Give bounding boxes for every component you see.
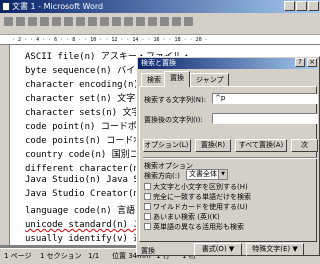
checkbox-label: 英単語の異なる活用形も検索 xyxy=(153,223,244,231)
ruler-scale: · 2 · · 4 · · 6 · · 8 · · 10 · · 12 · · … xyxy=(12,37,208,43)
toolbar xyxy=(0,13,320,35)
checkbox-box[interactable] xyxy=(144,213,151,220)
chevron-down-icon: ▼ xyxy=(218,170,227,179)
direction-label: 検索方向(:) xyxy=(144,172,180,180)
help-icon[interactable] xyxy=(184,17,193,26)
new-document-icon[interactable] xyxy=(4,17,13,26)
window-controls xyxy=(284,1,319,11)
zoom-icon[interactable] xyxy=(172,17,181,26)
find-input[interactable]: ^p xyxy=(212,93,318,104)
open-icon[interactable] xyxy=(16,17,25,26)
copy-icon[interactable] xyxy=(88,17,97,26)
maximize-button[interactable] xyxy=(296,1,307,11)
cut-icon[interactable] xyxy=(76,17,85,26)
redo-icon[interactable] xyxy=(124,17,133,26)
format-button[interactable]: 書式(O) ▼ xyxy=(194,243,242,256)
checkbox-box[interactable] xyxy=(144,203,151,210)
replace-button[interactable]: 置換(R) xyxy=(195,139,231,152)
horizontal-ruler[interactable]: · 2 · · 4 · · 6 · · 8 · · 10 · · 12 · · … xyxy=(0,35,320,45)
direction-select[interactable]: 文書全体 ▼ xyxy=(186,169,228,180)
dialog-title: 検索と置換 xyxy=(141,59,176,67)
checkbox-fuzzy[interactable]: あいまい検索 (英)(K) xyxy=(144,213,220,221)
minimize-button[interactable] xyxy=(284,1,295,11)
word-app-icon xyxy=(2,2,10,11)
save-icon[interactable] xyxy=(28,17,37,26)
spelling-icon[interactable] xyxy=(64,17,73,26)
checkbox-label: 完全に一致する単語だけを検索 xyxy=(153,193,251,201)
drawing-icon[interactable] xyxy=(160,17,169,26)
checkbox-box[interactable] xyxy=(144,183,151,190)
status-page: 1 ページ xyxy=(4,252,32,260)
paste-icon[interactable] xyxy=(100,17,109,26)
print-icon[interactable] xyxy=(40,17,49,26)
window-title: 文書 1 - Microsoft Word xyxy=(12,2,104,11)
replace-all-button[interactable]: すべて置換(A) xyxy=(235,139,287,152)
checkbox-word-forms[interactable]: 英単語の異なる活用形も検索 xyxy=(144,223,244,231)
checkbox-label: あいまい検索 (英)(K) xyxy=(153,213,220,221)
undo-icon[interactable] xyxy=(112,17,121,26)
dialog-close-button[interactable]: × xyxy=(307,58,317,67)
close-window-button[interactable] xyxy=(308,1,319,11)
dialog-title-bar: 検索と置換 xyxy=(138,58,318,69)
replace-section-label: 置換 xyxy=(141,247,155,255)
checkbox-label: 大文字と小文字を区別する(H) xyxy=(153,183,248,191)
dialog-help-button[interactable]: ? xyxy=(295,58,305,67)
status-page-of: 1/1 xyxy=(88,252,100,260)
replace-tab-panel: 検索する文字列(N): ^p 置換後の文字列(I): オプション(L) ≪ 置換… xyxy=(139,86,318,242)
find-label: 検索する文字列(N): xyxy=(144,96,207,104)
checkbox-label: ワイルドカードを使用する(U) xyxy=(153,203,248,211)
window-title-bar: 文書 1 - Microsoft Word xyxy=(0,0,320,13)
divider xyxy=(143,157,317,159)
replace-label: 置換後の文字列(I): xyxy=(144,116,203,124)
tab-replace[interactable]: 置換 xyxy=(164,71,190,87)
tab-jump[interactable]: ジャンプ xyxy=(190,73,230,86)
checkbox-match-case[interactable]: 大文字と小文字を区別する(H) xyxy=(144,183,248,191)
checkbox-wildcards[interactable]: ワイルドカードを使用する(U) xyxy=(144,203,248,211)
columns-icon[interactable] xyxy=(148,17,157,26)
checkbox-box[interactable] xyxy=(144,223,151,230)
preview-icon[interactable] xyxy=(52,17,61,26)
find-next-button[interactable]: 次 xyxy=(291,139,318,152)
checkbox-whole-word[interactable]: 完全に一致する単語だけを検索 xyxy=(144,193,251,201)
replace-input[interactable] xyxy=(212,113,318,124)
vertical-ruler xyxy=(0,45,10,245)
options-button[interactable]: オプション(L) ≪ xyxy=(143,139,191,152)
special-button[interactable]: 特殊文字(E) ▼ xyxy=(246,243,304,256)
find-replace-dialog: 検索と置換 ? × 検索 置換 ジャンプ 検索する文字列(N): ^p 置換後の… xyxy=(136,56,320,256)
status-section: 1 セクション xyxy=(40,252,82,260)
document-line: byte sequence(n) バイト列 xyxy=(25,66,154,76)
direction-value: 文書全体 xyxy=(189,170,217,178)
table-icon[interactable] xyxy=(136,17,145,26)
checkbox-box[interactable] xyxy=(144,193,151,200)
